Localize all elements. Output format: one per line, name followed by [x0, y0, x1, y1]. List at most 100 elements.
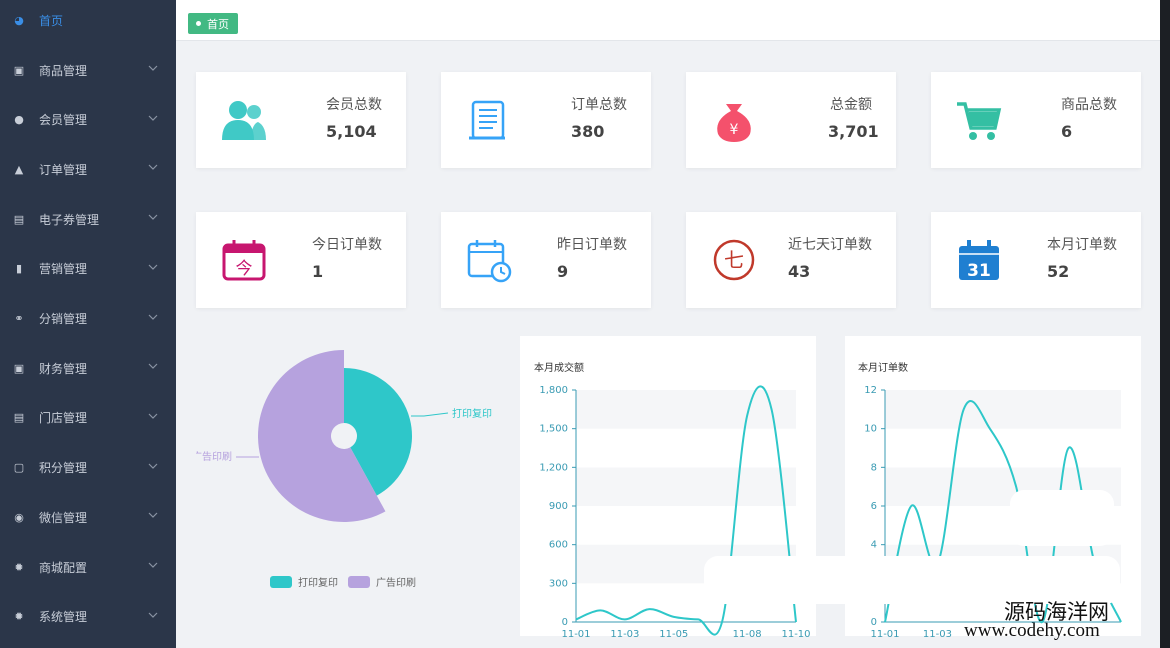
stat-label: 总金额 — [830, 97, 872, 113]
order-scroll-icon — [469, 100, 505, 140]
cart-icon — [957, 102, 1002, 140]
legend-swatch — [270, 575, 292, 588]
svg-text:今: 今 — [236, 259, 253, 279]
grid-band — [885, 390, 1121, 429]
goods-icon: ▣ — [13, 63, 25, 77]
sidebar-item-label: 积分管理 — [39, 461, 88, 476]
y-tick-label: 1,500 — [539, 424, 568, 435]
sidebar-item-4[interactable]: ▤ 电子券管理 — [0, 199, 176, 239]
stat-value: 43 — [788, 262, 811, 281]
coupon-icon: ▤ — [13, 212, 25, 226]
stat-card[interactable]: 七 近七天订单数 43 — [686, 212, 896, 308]
sidebar-item-label: 营销管理 — [39, 262, 88, 277]
stat-card[interactable]: 31 本月订单数 52 — [931, 212, 1141, 308]
sidebar-item-8[interactable]: ▤ 门店管理 — [0, 398, 176, 438]
chevron-down-icon — [148, 562, 158, 568]
sidebar-item-7[interactable]: ▣ 财务管理 — [0, 348, 176, 388]
sidebar-item-9[interactable]: ▢ 积分管理 — [0, 448, 176, 488]
stat-value: 1 — [312, 262, 324, 281]
sidebar-item-2[interactable]: ● 会员管理 — [0, 100, 176, 140]
stat-label: 商品总数 — [1061, 97, 1117, 113]
sidebar-item-1[interactable]: ▣ 商品管理 — [0, 50, 176, 90]
sidebar-item-label: 会员管理 — [39, 113, 88, 128]
stat-value: 6 — [1061, 122, 1073, 141]
x-tick-label: 11-03 — [923, 629, 952, 640]
sidebar-item-label: 系统管理 — [39, 610, 88, 625]
y-tick-label: 1,200 — [539, 462, 568, 473]
stat-card[interactable]: 会员总数 5,104 — [196, 72, 406, 168]
sidebar-item-label: 商城配置 — [39, 560, 88, 575]
sidebar-item-label: 分销管理 — [39, 312, 88, 326]
grid-band — [576, 506, 796, 545]
wechat-icon: ◉ — [14, 510, 24, 524]
sidebar-item-12[interactable]: ✹ 系统管理 — [0, 597, 176, 637]
sidebar-item-0[interactable]: ◕ 首页 — [0, 0, 176, 40]
pie-chart: 打印复印广告印刷 — [196, 350, 492, 522]
stat-label: 昨日订单数 — [557, 237, 627, 253]
grid-band — [576, 467, 796, 506]
sidebar-item-label: 门店管理 — [39, 411, 88, 426]
chevron-down-icon — [148, 612, 158, 618]
sidebar-item-3[interactable]: ▲ 订单管理 — [0, 149, 176, 189]
pie-legend-2[interactable]: 广告印刷 — [348, 574, 416, 589]
sidebar-item-11[interactable]: ✹ 商城配置 — [0, 547, 176, 587]
x-tick-label: 11-08 — [733, 629, 762, 640]
grid-band — [576, 390, 796, 429]
x-tick-label: 11-03 — [610, 629, 639, 640]
sidebar-item-10[interactable]: ◉ 微信管理 — [0, 497, 176, 537]
y-tick-label: 900 — [549, 501, 568, 512]
stat-label: 近七天订单数 — [788, 237, 872, 253]
y-tick-label: 10 — [864, 424, 877, 435]
stat-card[interactable]: ¥ 总金额 3,701 — [686, 72, 896, 168]
x-tick-label: 11-05 — [659, 629, 688, 640]
y-tick-label: 4 — [871, 540, 877, 551]
legend-label: 打印复印 — [298, 578, 338, 589]
chevron-down-icon — [148, 363, 158, 370]
sidebar-item-label: 首页 — [39, 13, 64, 28]
x-tick-label: 11-01 — [870, 629, 899, 640]
pie-slice-label: 打印复印 — [452, 407, 492, 420]
legend-label: 广告印刷 — [376, 578, 416, 589]
overlay-mask — [1010, 490, 1114, 546]
chevron-down-icon — [148, 413, 158, 419]
chevron-down-icon — [148, 115, 158, 121]
chevron-down-icon — [148, 512, 158, 519]
stat-label: 今日订单数 — [312, 237, 382, 253]
watermark-url: www.codehy.com — [964, 620, 1100, 641]
orders-chart-title: 本月订单数 — [858, 363, 908, 374]
chevron-down-icon — [148, 314, 158, 320]
stat-card[interactable]: 昨日订单数 9 — [441, 212, 651, 308]
grid-band — [885, 428, 1121, 468]
stat-value: 3,701 — [828, 122, 879, 141]
points-icon: ▢ — [13, 461, 25, 475]
y-tick-label: 600 — [549, 540, 568, 551]
stat-card[interactable]: 商品总数 6 — [931, 72, 1141, 168]
tab-home[interactable]: 首页 — [188, 13, 238, 34]
legend-swatch — [348, 575, 370, 588]
grid-band — [576, 428, 796, 468]
calendar-clock-icon — [467, 240, 512, 283]
svg-text:¥: ¥ — [730, 122, 739, 138]
sidebar-item-5[interactable]: ▮ 营销管理 — [0, 249, 176, 289]
y-tick-label: 1,800 — [539, 385, 568, 396]
chevron-down-icon — [148, 463, 158, 469]
stat-value: 9 — [557, 262, 569, 281]
stat-card[interactable]: 订单总数 380 — [441, 72, 651, 168]
stat-label: 会员总数 — [326, 97, 382, 113]
lock-icon: ▲ — [14, 162, 24, 176]
stat-value: 5,104 — [326, 122, 377, 141]
pie-legend-1[interactable]: 打印复印 — [270, 574, 338, 589]
sidebar-item-label: 商品管理 — [39, 63, 88, 78]
money-bag-icon: ¥ — [717, 104, 751, 142]
chevron-down-icon — [148, 164, 158, 171]
sidebar-item-label: 订单管理 — [39, 162, 88, 177]
pie-slice-label: 广告印刷 — [196, 450, 232, 463]
x-tick-label: 11-01 — [561, 629, 590, 640]
tab-active-dot — [196, 21, 201, 26]
store-icon: ▤ — [13, 411, 25, 425]
calendar-today-icon: 今 — [222, 240, 266, 281]
sidebar-item-label: 电子券管理 — [39, 212, 100, 227]
stat-card[interactable]: 今 今日订单数 1 — [196, 212, 406, 308]
sidebar-item-6[interactable]: ⚭ 分销管理 — [0, 299, 176, 339]
y-tick-label: 8 — [871, 462, 877, 473]
